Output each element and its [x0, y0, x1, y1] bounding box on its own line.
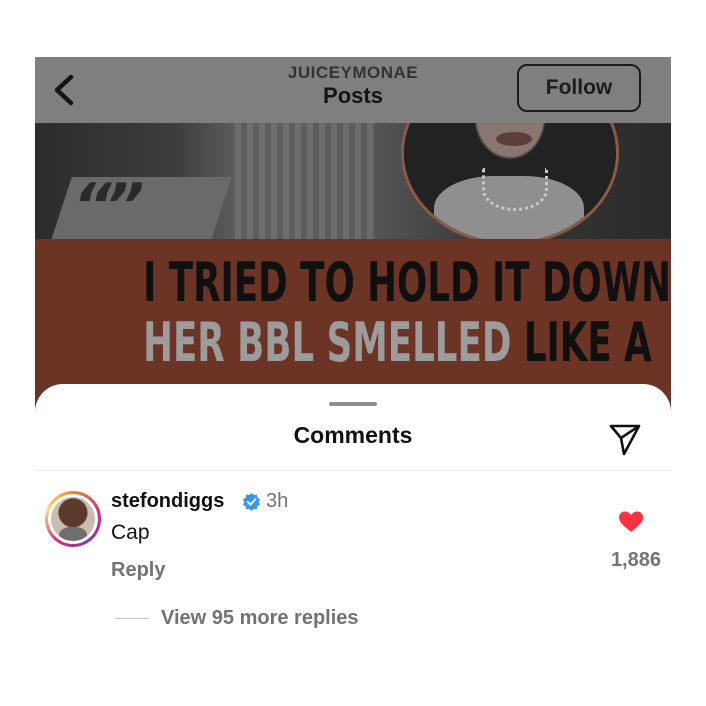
follow-button[interactable]: Follow: [517, 64, 641, 112]
post-header: JUICEYMONAE Posts Follow: [35, 57, 671, 123]
portrait-lips: [496, 132, 532, 146]
avatar-photo-body: [59, 527, 87, 541]
heart-icon[interactable]: [618, 510, 644, 534]
sheet-divider: [35, 470, 671, 471]
post-photo-fabric: [235, 123, 375, 239]
comment-avatar[interactable]: [45, 491, 101, 547]
post-inset-portrait: [401, 123, 619, 245]
avatar-photo: [51, 497, 95, 541]
view-more-replies-button[interactable]: View 95 more replies: [161, 605, 359, 631]
comments-sheet: Comments stefondiggs 3h Cap Reply 1,886: [35, 384, 671, 706]
headline-line-2-gray: HER BBL SMELLED: [143, 311, 512, 374]
share-button[interactable]: [607, 421, 643, 457]
post-headline: I TRIED TO HOLD IT DOWN, BUT HER BBL SME…: [143, 251, 671, 374]
replies-connector-line: [115, 618, 149, 619]
comments-title: Comments: [293, 422, 413, 448]
paper-plane-icon: [609, 424, 641, 456]
app-frame: JUICEYMONAE Posts Follow “” I TRIED TO H…: [35, 57, 671, 706]
headline-line-1: I TRIED TO HOLD IT DOWN, BUT: [143, 251, 671, 314]
reply-button[interactable]: Reply: [111, 557, 165, 583]
verified-badge-icon: [242, 492, 261, 511]
quote-mark-glyph: “”: [73, 171, 144, 241]
comment-username[interactable]: stefondiggs: [111, 488, 224, 514]
headline-line-2: HER BBL SMELLED LIKE A: [143, 311, 652, 374]
headline-line-2-dark: LIKE A: [511, 311, 652, 374]
comment-timestamp: 3h: [266, 490, 289, 512]
sheet-drag-handle[interactable]: [329, 402, 377, 406]
like-count: 1,886: [610, 549, 661, 571]
portrait-chain: [482, 168, 548, 211]
comment-text: Cap: [111, 521, 150, 544]
avatar-ring-gap: [48, 494, 98, 544]
